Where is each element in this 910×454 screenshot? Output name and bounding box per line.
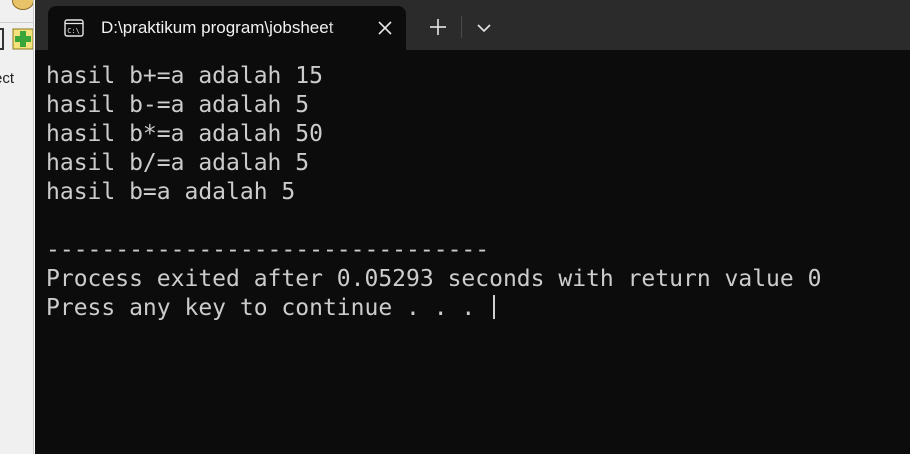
background-project-label[interactable]: ect <box>0 70 14 87</box>
chevron-down-icon[interactable] <box>472 16 496 40</box>
output-separator: -------------------------------- <box>46 237 490 263</box>
title-bar[interactable]: C:\ D:\praktikum program\jobsheet <box>35 0 910 50</box>
tab-active[interactable]: C:\ D:\praktikum program\jobsheet <box>48 6 406 50</box>
toolbar-divider <box>0 22 33 23</box>
press-key-text: Press any key to continue . . . <box>46 295 490 321</box>
output-line: hasil b-=a adalah 5 <box>46 92 310 118</box>
titlebar-divider <box>461 16 462 38</box>
output-line: hasil b=a adalah 5 <box>46 179 296 205</box>
toolbar-bracket <box>0 28 4 50</box>
svg-text:C:\: C:\ <box>67 27 80 35</box>
tab-title: D:\praktikum program\jobsheet <box>101 18 334 37</box>
console-output[interactable]: hasil b+=a adalah 15 hasil b-=a adalah 5… <box>46 62 906 323</box>
cmd-icon: C:\ <box>64 19 84 37</box>
toolbar-icon[interactable] <box>12 0 33 10</box>
screen: ect C:\ D:\praktikum program\jobsheet <box>0 0 910 454</box>
add-icon[interactable] <box>12 28 34 50</box>
plus-icon[interactable] <box>425 14 451 40</box>
text-cursor <box>493 295 496 319</box>
background-ide-window: ect <box>0 0 34 454</box>
output-line: hasil b*=a adalah 50 <box>46 121 323 147</box>
output-line: hasil b/=a adalah 5 <box>46 150 310 176</box>
press-key-prompt: Press any key to continue . . . <box>46 294 906 323</box>
terminal-window: C:\ D:\praktikum program\jobsheet hasil … <box>35 0 910 454</box>
output-line-blank <box>46 207 906 236</box>
process-exit-message: Process exited after 0.05293 seconds wit… <box>46 266 822 292</box>
close-icon[interactable] <box>376 19 394 37</box>
output-line: hasil b+=a adalah 15 <box>46 63 323 89</box>
